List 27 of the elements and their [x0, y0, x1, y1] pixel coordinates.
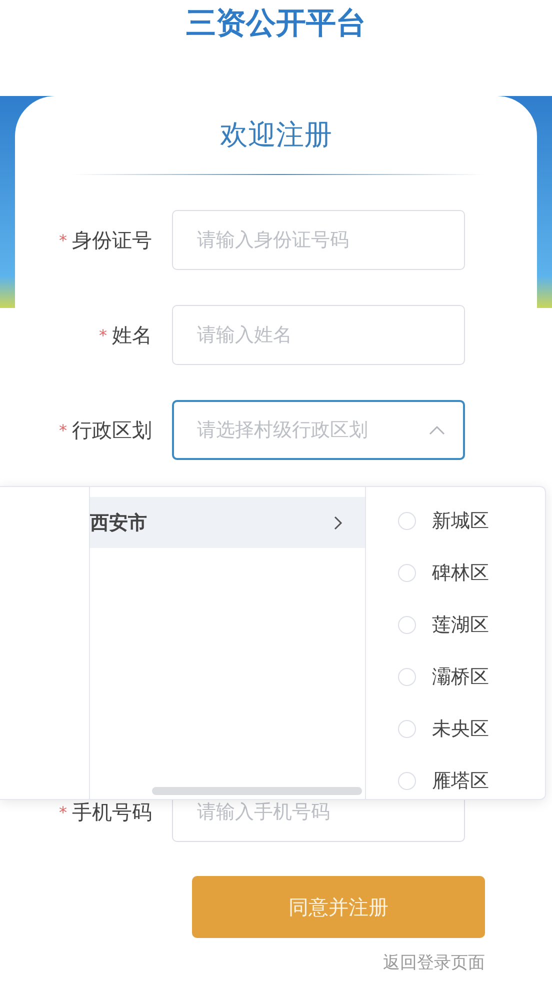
- scrollbar[interactable]: [152, 787, 362, 795]
- required-mark: *: [59, 802, 67, 822]
- field-label: 行政区划: [72, 416, 152, 444]
- radio-button[interactable]: [398, 512, 416, 530]
- required-mark: *: [59, 230, 67, 250]
- district-option[interactable]: 新城区: [432, 508, 489, 534]
- chevron-right-icon: [333, 514, 343, 530]
- city-option[interactable]: 西安市: [90, 497, 365, 548]
- district-option[interactable]: 灞桥区: [432, 664, 489, 690]
- district-option[interactable]: 碑林区: [432, 560, 489, 586]
- radio-button[interactable]: [398, 720, 416, 738]
- input-field[interactable]: 请输入姓名: [172, 305, 465, 365]
- district-option[interactable]: 莲湖区: [432, 612, 489, 638]
- chevron-icon: [429, 425, 445, 435]
- form-title: 欢迎注册: [219, 117, 333, 153]
- required-mark: *: [59, 420, 67, 440]
- field-label: 手机号码: [72, 798, 152, 826]
- radio-button[interactable]: [398, 668, 416, 686]
- site-title: 三资公开平台: [185, 5, 367, 43]
- input-field[interactable]: 请输入身份证号码: [172, 210, 465, 270]
- radio-button[interactable]: [398, 564, 416, 582]
- field-label: 姓名: [112, 322, 152, 348]
- district-option[interactable]: 未央区: [432, 716, 489, 742]
- radio-button[interactable]: [398, 772, 416, 790]
- required-mark: *: [99, 326, 107, 344]
- field-label: 身份证号: [72, 226, 152, 254]
- radio-button[interactable]: [398, 616, 416, 634]
